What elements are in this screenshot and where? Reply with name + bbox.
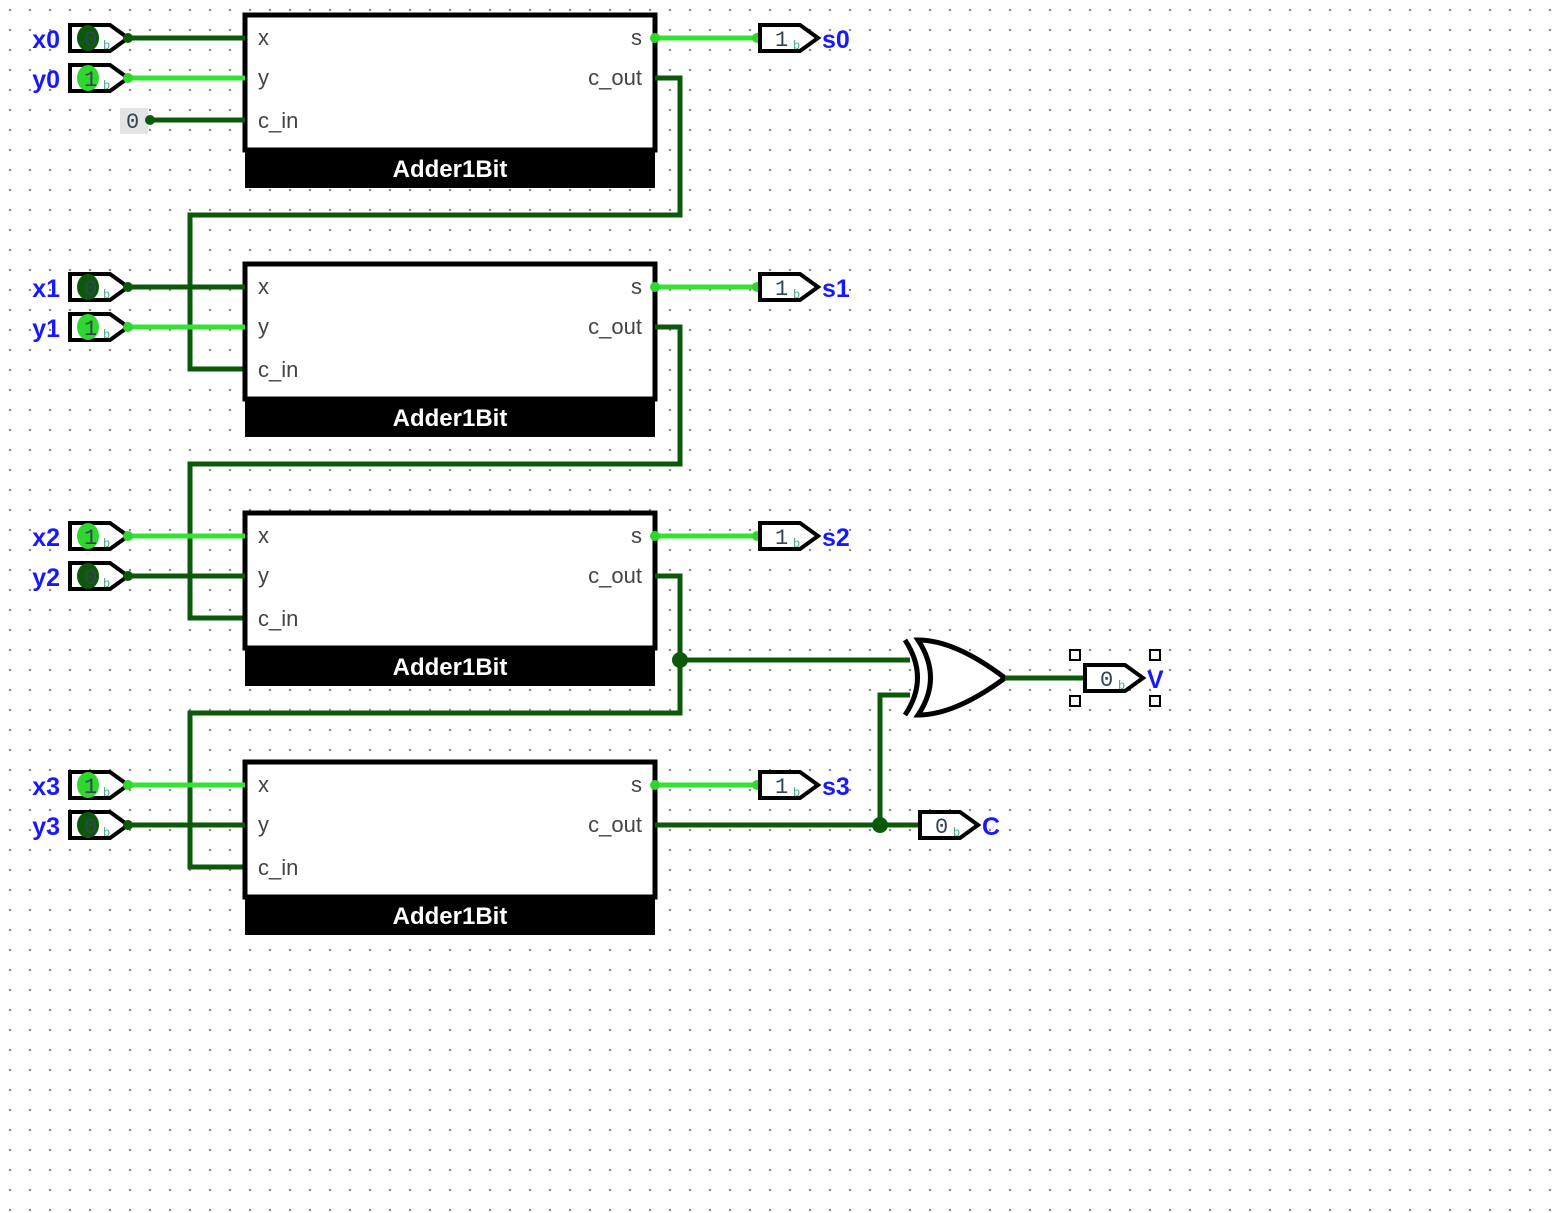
svg-text:b: b [103,826,110,840]
svg-text:b: b [1118,679,1125,693]
svg-text:y: y [258,563,269,588]
svg-text:s: s [631,772,642,797]
label-x1: x1 [32,275,60,303]
label-y1: y1 [32,315,60,343]
pin-s: s [631,25,642,50]
output-s0-value: 1 [775,28,788,53]
svg-text:c_out: c_out [588,563,642,588]
svg-text:b: b [793,39,800,53]
svg-text:0: 0 [84,815,97,840]
svg-text:b: b [103,288,110,302]
input-x0-value: 0 [84,28,97,53]
label-C: C [982,813,1000,841]
label-y3: y3 [32,813,60,841]
label-x0: x0 [32,26,60,54]
svg-text:b: b [793,537,800,551]
svg-text:c_in: c_in [258,606,298,631]
svg-text:1: 1 [775,277,788,302]
svg-text:1: 1 [775,526,788,551]
svg-text:b: b [103,537,110,551]
svg-text:c_in: c_in [258,357,298,382]
pin-y: y [258,65,269,90]
label-y0: y0 [32,66,60,94]
label-s1: s1 [822,275,850,303]
selection-handle[interactable] [1070,650,1080,660]
label-s0: s0 [822,26,850,54]
adder-block[interactable]: Adder1Bit x y c_in s c_out [245,762,655,935]
svg-text:b: b [103,328,110,342]
svg-text:x: x [258,523,269,548]
svg-text:b: b [793,786,800,800]
svg-text:y: y [258,812,269,837]
adder-block[interactable]: Adder1Bit x y c_in s c_out [245,15,655,188]
svg-text:s: s [631,523,642,548]
svg-text:x: x [258,274,269,299]
svg-text:b: b [103,79,110,93]
label-s3: s3 [822,773,850,801]
svg-text:0: 0 [1100,668,1113,693]
svg-text:0: 0 [84,566,97,591]
pin-cin: c_in [258,108,298,133]
svg-text:y: y [258,314,269,339]
svg-text:b: b [793,288,800,302]
svg-text:0: 0 [84,277,97,302]
selection-handle[interactable] [1070,696,1080,706]
svg-text:1: 1 [84,526,97,551]
wire-junction [872,817,888,833]
svg-text:b: b [103,39,110,53]
adder-block[interactable]: Adder1Bit x y c_in s c_out [245,264,655,437]
svg-text:c_in: c_in [258,855,298,880]
label-x2: x2 [32,524,60,552]
svg-text:x: x [258,772,269,797]
svg-text:1: 1 [84,775,97,800]
label-V: V [1147,666,1164,694]
wire-junction [672,652,688,668]
block-title: Adder1Bit [393,156,508,183]
svg-text:1: 1 [775,775,788,800]
svg-text:Adder1Bit: Adder1Bit [393,654,508,681]
svg-text:c_out: c_out [588,812,642,837]
pin-x: x [258,25,269,50]
svg-text:b: b [953,826,960,840]
label-s2: s2 [822,524,850,552]
selection-handle[interactable] [1150,650,1160,660]
label-x3: x3 [32,773,60,801]
svg-text:b: b [103,577,110,591]
svg-text:s: s [631,274,642,299]
circuit-canvas[interactable]: .w0{stroke:#0a5a0a;stroke-width:5;fill:n… [0,0,1568,1213]
svg-text:c_out: c_out [588,314,642,339]
selection-handle[interactable] [1150,696,1160,706]
svg-text:Adder1Bit: Adder1Bit [393,405,508,432]
pin-cout: c_out [588,65,642,90]
svg-text:b: b [103,786,110,800]
canvas-bg [0,0,1568,1213]
svg-text:Adder1Bit: Adder1Bit [393,903,508,930]
adder-block[interactable]: Adder1Bit x y c_in s c_out [245,513,655,686]
svg-text:0: 0 [935,815,948,840]
const-0[interactable]: 0 [120,108,148,135]
input-y0-value: 1 [84,68,97,93]
label-y2: y2 [32,564,60,592]
svg-text:0: 0 [126,110,139,135]
svg-text:1: 1 [84,317,97,342]
